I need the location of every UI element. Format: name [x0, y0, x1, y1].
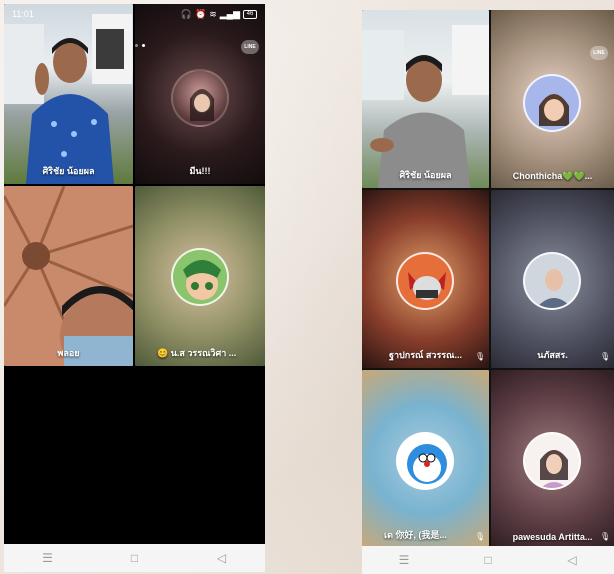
participant-video-3	[4, 186, 133, 366]
page-dot-2	[142, 44, 145, 47]
right-phone-screen: ศิริชัย น้อยผล LINE Chonthicha💚💚... ฐาปก…	[362, 10, 614, 574]
back-nav-icon[interactable]: ◁	[557, 553, 587, 567]
participant-avatar-r3	[396, 252, 454, 310]
participant-video-r1	[362, 25, 489, 188]
back-nav-icon[interactable]: ◁	[207, 551, 237, 565]
participant-avatar-r2	[523, 74, 581, 132]
participant-name-r4: นภัสสร.	[537, 350, 568, 360]
participant-avatar-r5	[396, 432, 454, 490]
participant-name-2: มีน!!!	[189, 166, 211, 176]
mic-off-icon: 🎙	[600, 532, 611, 541]
page-dot-1	[135, 44, 138, 47]
participant-tile-r1[interactable]: ศิริชัย น้อยผล	[362, 10, 489, 188]
empty-grid-area	[4, 366, 265, 544]
participant-name-4: 😊 น.ส วรรณวิศา ...	[157, 348, 237, 358]
participant-tile-1[interactable]: ศิริชัย น้อยผล	[4, 4, 133, 184]
mic-off-icon: 🎙	[475, 352, 486, 361]
participant-name-r1: ศิริชัย น้อยผล	[399, 170, 452, 180]
participant-avatar-2	[171, 69, 229, 127]
mic-off-icon: 🎙	[600, 352, 611, 361]
participant-avatar-4	[171, 248, 229, 306]
participant-avatar-r6	[523, 432, 581, 490]
home-nav-icon[interactable]: □	[473, 553, 503, 567]
participant-name-1: ศิริชัย น้อยผล	[42, 166, 95, 176]
line-logo-icon: LINE	[241, 40, 259, 54]
participant-name-3: พลอย	[57, 348, 80, 358]
navigation-bar: ☰ □ ◁	[362, 546, 614, 574]
participant-name-r3: ฐาปกรณ์ สวรรณ...	[389, 350, 462, 360]
menu-nav-icon[interactable]: ☰	[33, 551, 63, 565]
participant-name-r6: pawesuda Artitta...	[512, 532, 593, 542]
participant-tile-2[interactable]: LINE มีน!!!	[135, 4, 265, 184]
participant-tile-r5[interactable]: เด 你好, (我是... 🎙	[362, 370, 489, 548]
participant-tile-r4[interactable]: นภัสสร. 🎙	[491, 190, 614, 368]
participant-tile-r6[interactable]: pawesuda Artitta... 🎙	[491, 370, 614, 548]
navigation-bar: ☰ □ ◁	[4, 544, 265, 572]
participant-tile-r2[interactable]: LINE Chonthicha💚💚...	[491, 10, 614, 188]
participant-avatar-r4	[523, 252, 581, 310]
mic-off-icon: 🎙	[475, 532, 486, 541]
home-nav-icon[interactable]: □	[120, 551, 150, 565]
line-logo-icon: LINE	[590, 46, 608, 60]
participant-name-r2: Chonthicha💚💚...	[512, 171, 593, 181]
participant-tile-4[interactable]: 😊 น.ส วรรณวิศา ...	[135, 186, 265, 366]
menu-nav-icon[interactable]: ☰	[389, 553, 419, 567]
participant-tile-r3[interactable]: ฐาปกรณ์ สวรรณ... 🎙	[362, 190, 489, 368]
participant-tile-3[interactable]: พลอย	[4, 186, 133, 366]
left-phone-screen: 11:01 🎧 ⏰ ≋ ▂▄▆ 46 ศิริชัย น้อยผล LINE ม…	[4, 4, 265, 572]
participant-video-1	[4, 14, 132, 184]
participant-name-r5: เด 你好, (我是...	[384, 530, 447, 540]
page-indicator	[135, 44, 145, 47]
